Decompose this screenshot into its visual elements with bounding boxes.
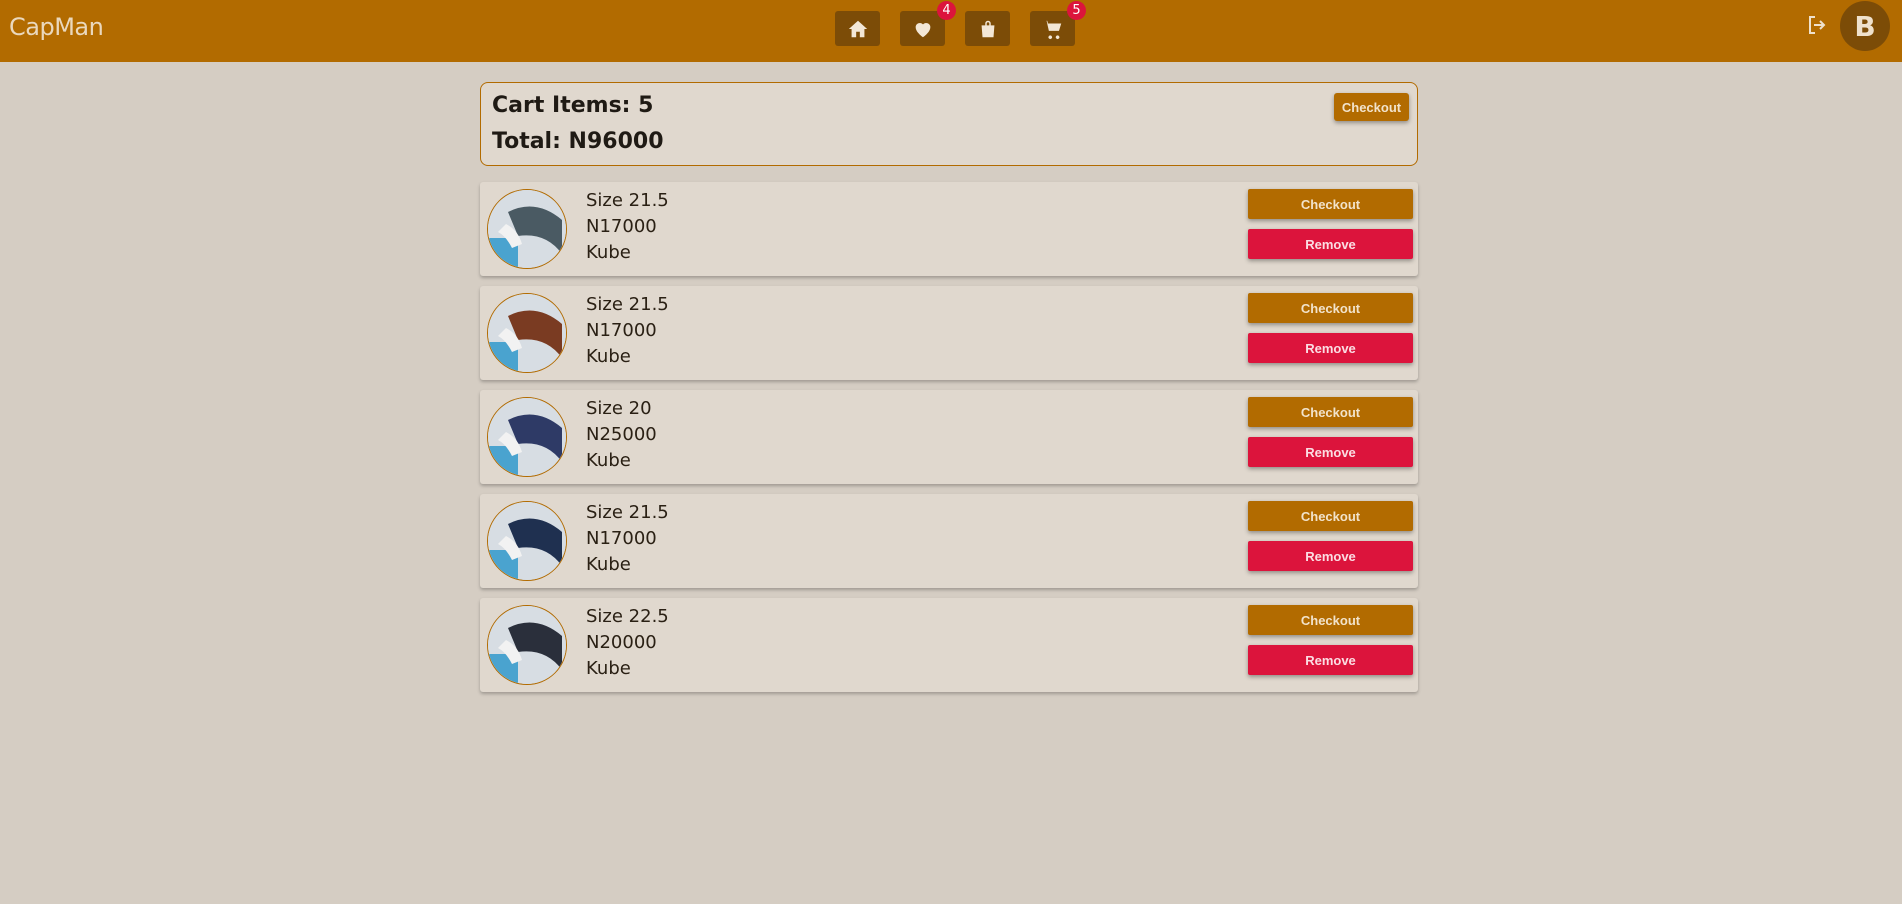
item-brand: Kube xyxy=(586,450,631,471)
item-remove-button[interactable]: Remove xyxy=(1248,333,1413,363)
item-checkout-button[interactable]: Checkout xyxy=(1248,605,1413,635)
item-details: Size 22.5 N20000 Kube xyxy=(586,604,669,682)
item-checkout-button[interactable]: Checkout xyxy=(1248,189,1413,219)
item-remove-button[interactable]: Remove xyxy=(1248,437,1413,467)
checkout-all-button[interactable]: Checkout xyxy=(1334,93,1409,121)
favorites-button[interactable]: 4 xyxy=(900,1,956,46)
cart-item: Size 21.5 N17000 Kube Checkout Remove xyxy=(480,182,1418,276)
home-button[interactable] xyxy=(835,11,880,46)
cart-total: Total: N96000 xyxy=(492,129,664,154)
item-price: N25000 xyxy=(586,424,657,445)
product-image xyxy=(487,189,567,269)
item-price: N17000 xyxy=(586,528,657,549)
product-image xyxy=(487,293,567,373)
item-size: Size 21.5 xyxy=(586,294,669,315)
item-brand: Kube xyxy=(586,346,631,367)
product-image xyxy=(487,397,567,477)
cart-count-badge: 5 xyxy=(1067,1,1086,20)
item-checkout-button[interactable]: Checkout xyxy=(1248,293,1413,323)
item-details: Size 21.5 N17000 Kube xyxy=(586,500,669,578)
product-image xyxy=(487,605,567,685)
logout-button[interactable] xyxy=(1805,13,1831,39)
cart-items-count: Cart Items: 5 xyxy=(492,93,654,118)
item-price: N17000 xyxy=(586,216,657,237)
item-brand: Kube xyxy=(586,554,631,575)
top-navbar: CapMan 4 5 B xyxy=(0,0,1902,62)
cart-item: Size 21.5 N17000 Kube Checkout Remove xyxy=(480,286,1418,380)
heart-icon xyxy=(915,22,930,37)
item-brand: Kube xyxy=(586,658,631,679)
item-price: N17000 xyxy=(586,320,657,341)
item-size: Size 21.5 xyxy=(586,190,669,211)
item-details: Size 21.5 N17000 Kube xyxy=(586,292,669,370)
product-image xyxy=(487,501,567,581)
cart-button[interactable]: 5 xyxy=(1030,1,1086,46)
cart-item: Size 22.5 N20000 Kube Checkout Remove xyxy=(480,598,1418,692)
item-checkout-button[interactable]: Checkout xyxy=(1248,397,1413,427)
cart-summary: Cart Items: 5 Total: N96000 Checkout xyxy=(480,82,1418,166)
brand-logo[interactable]: CapMan xyxy=(9,13,104,41)
item-remove-button[interactable]: Remove xyxy=(1248,229,1413,259)
item-details: Size 20 N25000 Kube xyxy=(586,396,657,474)
item-remove-button[interactable]: Remove xyxy=(1248,645,1413,675)
cart-icon xyxy=(1043,20,1061,39)
logout-icon xyxy=(1809,16,1826,34)
item-size: Size 20 xyxy=(586,398,652,419)
orders-button[interactable] xyxy=(965,11,1010,46)
item-brand: Kube xyxy=(586,242,631,263)
home-icon xyxy=(848,20,867,37)
item-remove-button[interactable]: Remove xyxy=(1248,541,1413,571)
item-price: N20000 xyxy=(586,632,657,653)
item-checkout-button[interactable]: Checkout xyxy=(1248,501,1413,531)
item-size: Size 22.5 xyxy=(586,606,669,627)
cart-item: Size 20 N25000 Kube Checkout Remove xyxy=(480,390,1418,484)
avatar[interactable]: B xyxy=(1840,1,1890,51)
favorites-count-badge: 4 xyxy=(937,1,956,20)
shopping-bag-icon xyxy=(981,20,994,37)
item-size: Size 21.5 xyxy=(586,502,669,523)
item-details: Size 21.5 N17000 Kube xyxy=(586,188,669,266)
cart-item: Size 21.5 N17000 Kube Checkout Remove xyxy=(480,494,1418,588)
